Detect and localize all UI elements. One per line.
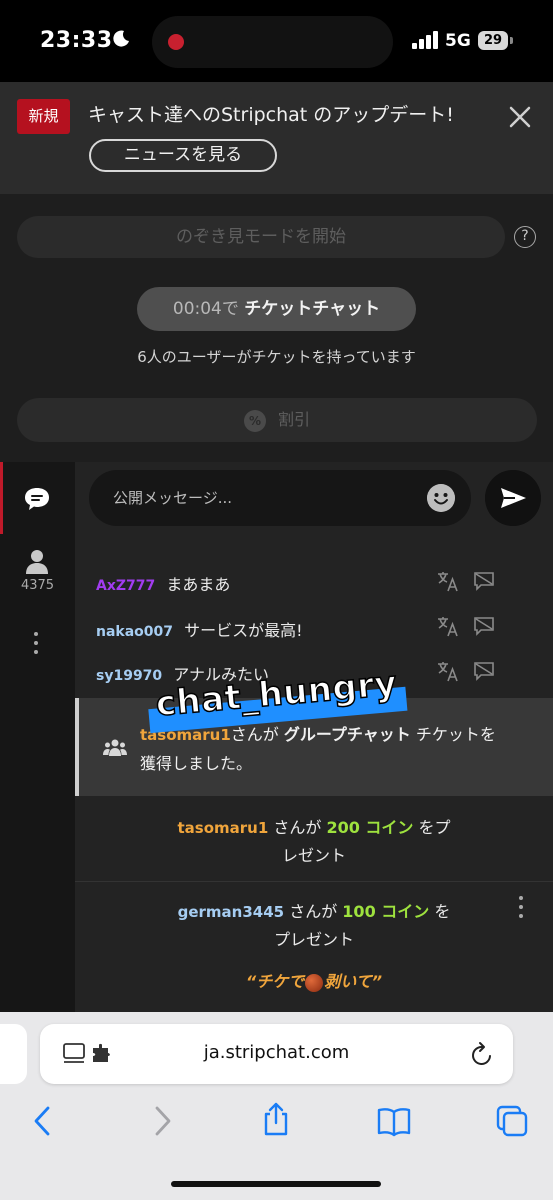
emoji-icon[interactable] [427, 484, 455, 512]
reload-icon[interactable] [470, 1041, 494, 1067]
translate-icon[interactable] [437, 615, 459, 637]
message-placeholder: 公開メッセージ... [113, 489, 233, 507]
tip-message-line2: プレゼント [273, 930, 354, 949]
share-icon[interactable] [259, 1102, 293, 1136]
more-options-icon[interactable] [34, 632, 38, 659]
chat-message: nakao007 サービスが最高! [96, 617, 303, 641]
ticket-countdown: 00:04で [172, 299, 239, 319]
battery-icon: 29 [478, 31, 508, 50]
report-icon[interactable] [473, 570, 495, 592]
tip-username[interactable]: tasomaru1 [177, 819, 268, 837]
ticket-chat-button[interactable]: 00:04で チケットチャット [137, 287, 416, 331]
tip-message-line2: レゼント [281, 846, 346, 865]
back-icon[interactable] [26, 1104, 60, 1138]
update-banner [0, 82, 553, 194]
system-message-line2: 獲得しました。 [140, 754, 253, 773]
tabs-icon[interactable] [495, 1104, 529, 1138]
message-username[interactable]: sy19970 [96, 668, 162, 684]
bookmarks-icon[interactable] [377, 1104, 411, 1138]
battery-tip [510, 37, 513, 44]
message-username[interactable]: nakao007 [96, 624, 173, 640]
message-text: まあまあ [166, 575, 231, 594]
tip-username[interactable]: german3445 [178, 903, 285, 921]
ticket-chat-label: チケットチャット [244, 299, 381, 319]
group-icon [103, 739, 127, 756]
report-icon[interactable] [473, 615, 495, 637]
discount-label: 割引 [277, 410, 310, 429]
chat-sidebar [0, 462, 75, 1012]
discount-button[interactable]: % 割引 [17, 398, 537, 442]
help-icon[interactable]: ? [514, 226, 536, 248]
tip-message: tasomaru1 さんが 200 コイン をプ [177, 818, 451, 837]
network-label: 5G [445, 31, 471, 51]
active-tab-indicator [0, 462, 3, 534]
banner-title: キャスト達へのStripchat のアップデート! [88, 104, 454, 126]
chat-message: AxZ777 まあまあ [96, 571, 230, 595]
close-icon[interactable] [506, 103, 534, 131]
send-button[interactable] [485, 470, 541, 526]
home-indicator [171, 1181, 381, 1187]
forward-icon[interactable] [145, 1104, 179, 1138]
message-text: サービスが最高! [184, 621, 303, 640]
status-time: 23:33 [40, 28, 113, 53]
tip-message: german3445 さんが 100 コイン を [177, 902, 451, 921]
discount-icon: % [243, 409, 266, 432]
previous-tab[interactable] [0, 1024, 27, 1084]
divider [75, 881, 553, 882]
peek-mode-button[interactable]: のぞき見モードを開始 [17, 216, 505, 258]
message-username[interactable]: AxZ777 [96, 578, 155, 594]
recording-indicator [168, 34, 184, 50]
users-icon[interactable] [24, 548, 50, 574]
viewer-count: 4375 [20, 578, 55, 593]
translate-icon[interactable] [437, 570, 459, 592]
more-options-icon[interactable] [519, 896, 523, 923]
moon-icon [113, 30, 129, 47]
ticket-users-text: 6人のユーザーがチケットを持っています [137, 348, 416, 366]
translate-icon[interactable] [437, 660, 459, 682]
url-text: ja.stripchat.com [203, 1042, 350, 1063]
basketball-emoji-icon [305, 973, 324, 992]
new-badge: 新規 [17, 99, 70, 134]
view-news-button[interactable]: ニュースを見る [89, 139, 277, 172]
tip-note: “チケで 剥いて” [245, 972, 383, 992]
signal-icon [412, 31, 438, 49]
dynamic-island [152, 16, 393, 68]
report-icon[interactable] [473, 660, 495, 682]
system-message-bar [75, 698, 79, 796]
chat-bubble-icon[interactable] [23, 486, 51, 512]
